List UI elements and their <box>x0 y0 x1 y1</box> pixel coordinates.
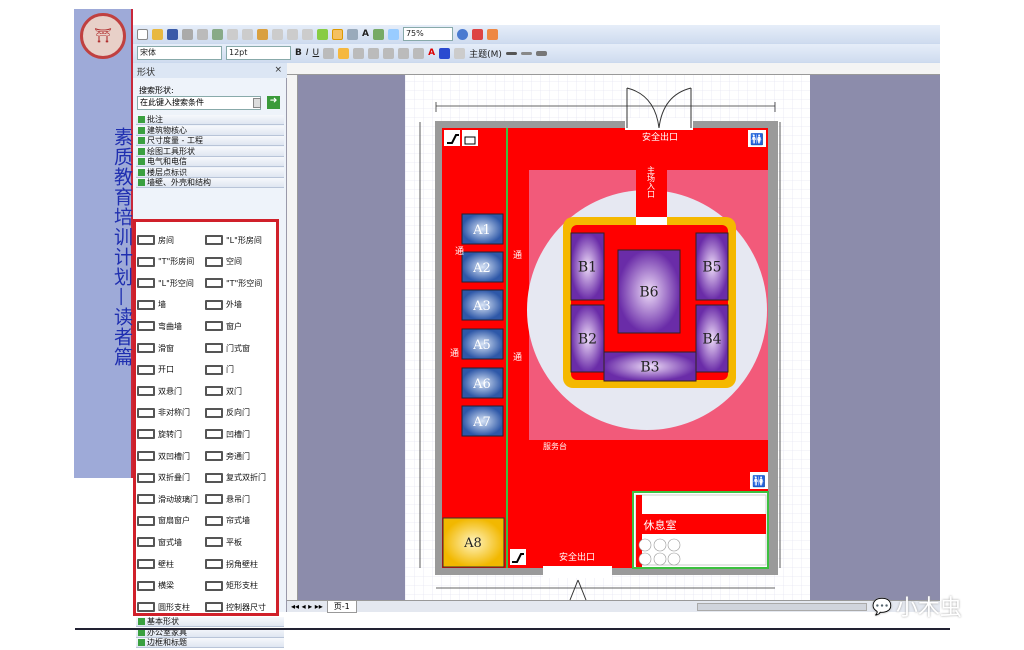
footer-divider <box>75 628 950 630</box>
svg-text:🚻: 🚻 <box>752 475 766 488</box>
booth-a8-label: A8 <box>463 536 482 551</box>
exit-top-label: 安全出口 <box>642 131 678 143</box>
booth-label: B2 <box>578 332 597 348</box>
aisle-label: 通 <box>513 250 522 261</box>
service-desk-label: 服务台 <box>543 441 567 451</box>
booth-label: A2 <box>472 261 491 276</box>
aisle-label: 通 <box>513 352 522 363</box>
aisle-label: 通 <box>450 348 459 359</box>
rest-room-label: 休息室 <box>644 518 677 532</box>
booth-label: B1 <box>578 260 597 276</box>
booth-label: B4 <box>702 332 721 348</box>
booth-label: A3 <box>472 299 491 314</box>
booth-label: B5 <box>702 260 721 276</box>
svg-text:🚻: 🚻 <box>750 133 764 146</box>
booth-label: A1 <box>472 223 491 238</box>
watermark-text: 小木虫 <box>895 596 962 621</box>
aisle-label: 通 <box>455 246 464 257</box>
booth-label: B6 <box>639 285 658 301</box>
booth-label: A7 <box>472 415 491 430</box>
booth-label: A6 <box>472 377 491 392</box>
wechat-icon: 💬 <box>872 596 892 616</box>
exit-bottom-label: 安全出口 <box>559 551 595 563</box>
floor-plan: 主场入口 B1 B5B6B2 B4B3 A1A2A3A5A6A7 A8 通 通 通 … <box>405 75 810 601</box>
watermark: 💬 小木虫 <box>872 590 962 622</box>
booth-label: B3 <box>640 360 659 376</box>
booth-label: A5 <box>472 338 491 353</box>
main-entrance-label: 主场入口 <box>647 165 656 198</box>
